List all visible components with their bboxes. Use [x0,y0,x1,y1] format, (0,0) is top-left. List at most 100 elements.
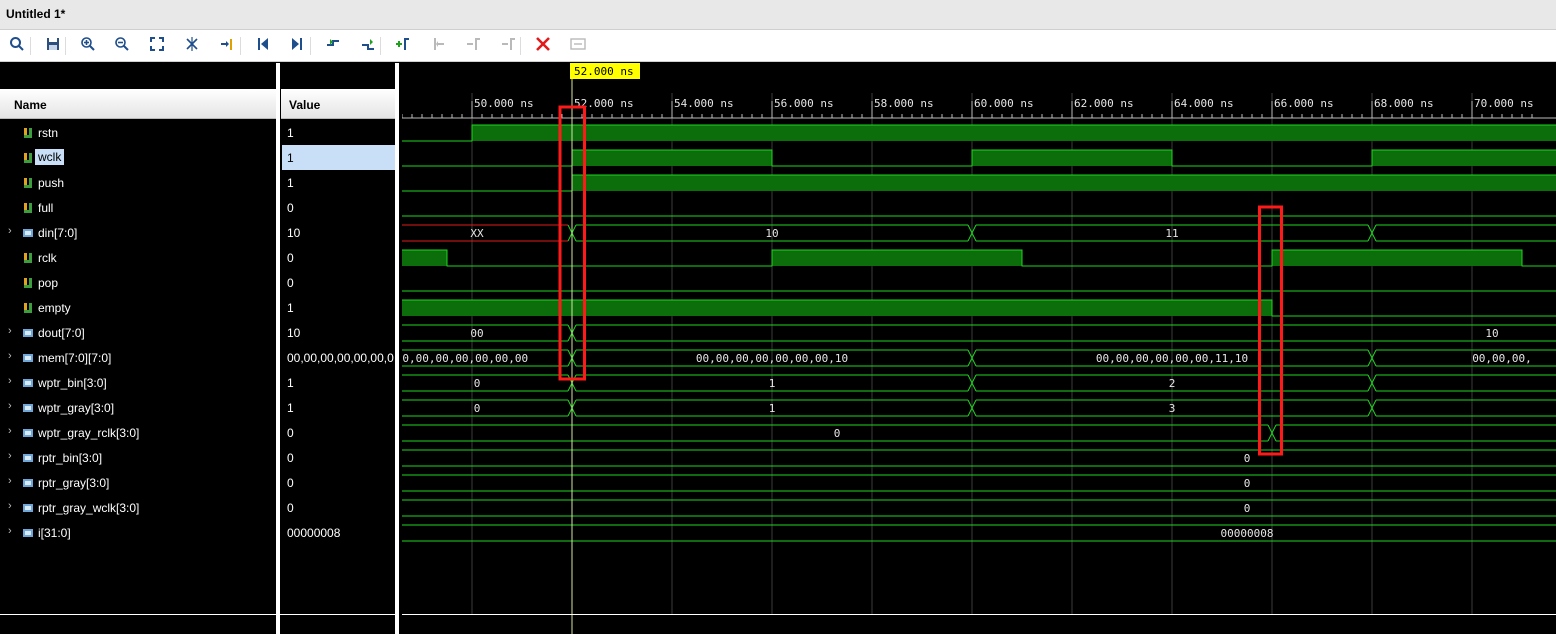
zoom-out-button[interactable] [111,36,133,56]
signal-value: 1 [287,151,294,165]
signal-row[interactable]: › rptr_gray[3:0] [0,470,276,495]
signal-name: rptr_gray_wclk[3:0] [38,501,140,515]
bus-signal-icon [22,351,34,369]
expand-chevron-icon[interactable]: › [8,425,12,437]
expand-chevron-icon[interactable]: › [8,325,12,337]
column-splitter[interactable] [276,63,280,634]
add-cursor-icon [394,36,410,57]
signal-row[interactable]: › dout[7:0] [0,320,276,345]
next-transition-button[interactable] [286,36,308,56]
name-column-header[interactable]: Name [0,89,276,119]
signal-value-cell[interactable]: 0 [282,470,395,495]
bus-trace [1276,424,1556,442]
swap-cursor-icon [465,36,481,57]
time-axis-label: 64.000 ns [1174,97,1234,110]
signal-row[interactable]: › wptr_bin[3:0] [0,370,276,395]
signal-row[interactable]: empty [0,295,276,320]
save-button[interactable] [42,36,64,56]
bus-value-label: 2 [1169,377,1176,390]
signal-row[interactable]: › mem[7:0][7:0] [0,345,276,370]
signal-row[interactable]: › i[31:0] [0,520,276,545]
window-title: Untitled 1* [6,7,66,21]
bus-signal-icon [22,526,34,544]
bus-value-label: 0 [1244,502,1251,515]
signal-value-cell[interactable]: 1 [282,120,395,145]
cursor-button[interactable] [181,36,203,56]
signal-name: push [38,176,65,190]
signal-value-cell[interactable]: 00000008 [282,520,395,545]
snap-button[interactable] [567,36,589,56]
swap-cursor-button[interactable] [462,36,484,56]
previous-marker-button[interactable] [427,36,449,56]
go-to-cursor-icon [219,36,235,57]
signal-row[interactable]: › wptr_gray[3:0] [0,395,276,420]
bus-trace [402,449,1556,467]
expand-chevron-icon[interactable]: › [8,375,12,387]
signal-row[interactable]: push [0,170,276,195]
signal-name: rclk [38,251,57,265]
add-marker-button[interactable] [322,36,344,56]
signal-row[interactable]: wclk [0,145,276,170]
delete-icon [535,36,551,57]
pane-splitter[interactable] [395,63,399,634]
expand-chevron-icon[interactable]: › [8,400,12,412]
time-axis-label: 58.000 ns [874,97,934,110]
search-button[interactable] [6,36,28,56]
signal-row[interactable]: › rptr_bin[3:0] [0,445,276,470]
signal-row[interactable]: rstn [0,120,276,145]
add-cursor-button[interactable] [391,36,413,56]
zoom-in-button[interactable] [77,36,99,56]
remove-marker-button[interactable] [497,36,519,56]
signal-row[interactable]: › rptr_gray_wclk[3:0] [0,495,276,520]
toolbar [0,30,1556,62]
bus-trace [1376,374,1556,392]
bus-value-label: 3 [1169,402,1176,415]
expand-chevron-icon[interactable]: › [8,525,12,537]
signal-value-cell[interactable]: 1 [282,295,395,320]
delete-button[interactable] [532,36,554,56]
signal-value-cell[interactable]: 0 [282,420,395,445]
signal-value-cell[interactable]: 1 [282,395,395,420]
signal-name: empty [38,301,71,315]
signal-name: rptr_gray[3:0] [38,476,110,490]
bus-value-label: 0 [1244,452,1251,465]
signal-row[interactable]: rclk [0,245,276,270]
value-column-header[interactable]: Value [281,89,395,119]
signal-value-cell[interactable]: 0 [282,270,395,295]
signal-row[interactable]: › din[7:0] [0,220,276,245]
signal-value-cell[interactable]: 10 [282,220,395,245]
toolbar-separator [520,37,521,55]
expand-chevron-icon[interactable]: › [8,450,12,462]
signal-value-cell[interactable]: 1 [282,370,395,395]
bottom-divider [0,614,276,615]
bus-signal-icon [22,376,34,394]
signal-value-cell[interactable]: 10 [282,320,395,345]
bus-trace [1376,224,1556,242]
expand-chevron-icon[interactable]: › [8,475,12,487]
signal-row[interactable]: pop [0,270,276,295]
expand-chevron-icon[interactable]: › [8,350,12,362]
signal-value-cell[interactable]: 1 [282,145,395,170]
zoom-fit-button[interactable] [146,36,168,56]
signal-value-cell[interactable]: 0 [282,245,395,270]
bus-trace [402,324,568,342]
bit-signal-icon [22,151,34,169]
go-to-cursor-button[interactable] [216,36,238,56]
signal-row[interactable]: › wptr_gray_rclk[3:0] [0,420,276,445]
signal-value-cell[interactable]: 0 [282,495,395,520]
bus-signal-icon [22,476,34,494]
next-marker-button[interactable] [357,36,379,56]
expand-chevron-icon[interactable]: › [8,225,12,237]
expand-chevron-icon[interactable]: › [8,500,12,512]
waveform-canvas[interactable]: 50.000 ns 52.000 ns 54.000 ns 56.000 ns 58.0… [402,63,1556,634]
add-marker-icon [325,36,341,57]
wave-high-fill [772,250,1022,266]
signal-value-cell[interactable]: 0 [282,445,395,470]
signal-row[interactable]: full [0,195,276,220]
signal-name: rptr_bin[3:0] [38,451,103,465]
signal-value-cell[interactable]: 0 [282,195,395,220]
signal-value-cell[interactable]: 00,00,00,00,00,00,0 [282,345,395,370]
bus-value-label: 1 [769,377,776,390]
signal-value-cell[interactable]: 1 [282,170,395,195]
previous-transition-button[interactable] [252,36,274,56]
